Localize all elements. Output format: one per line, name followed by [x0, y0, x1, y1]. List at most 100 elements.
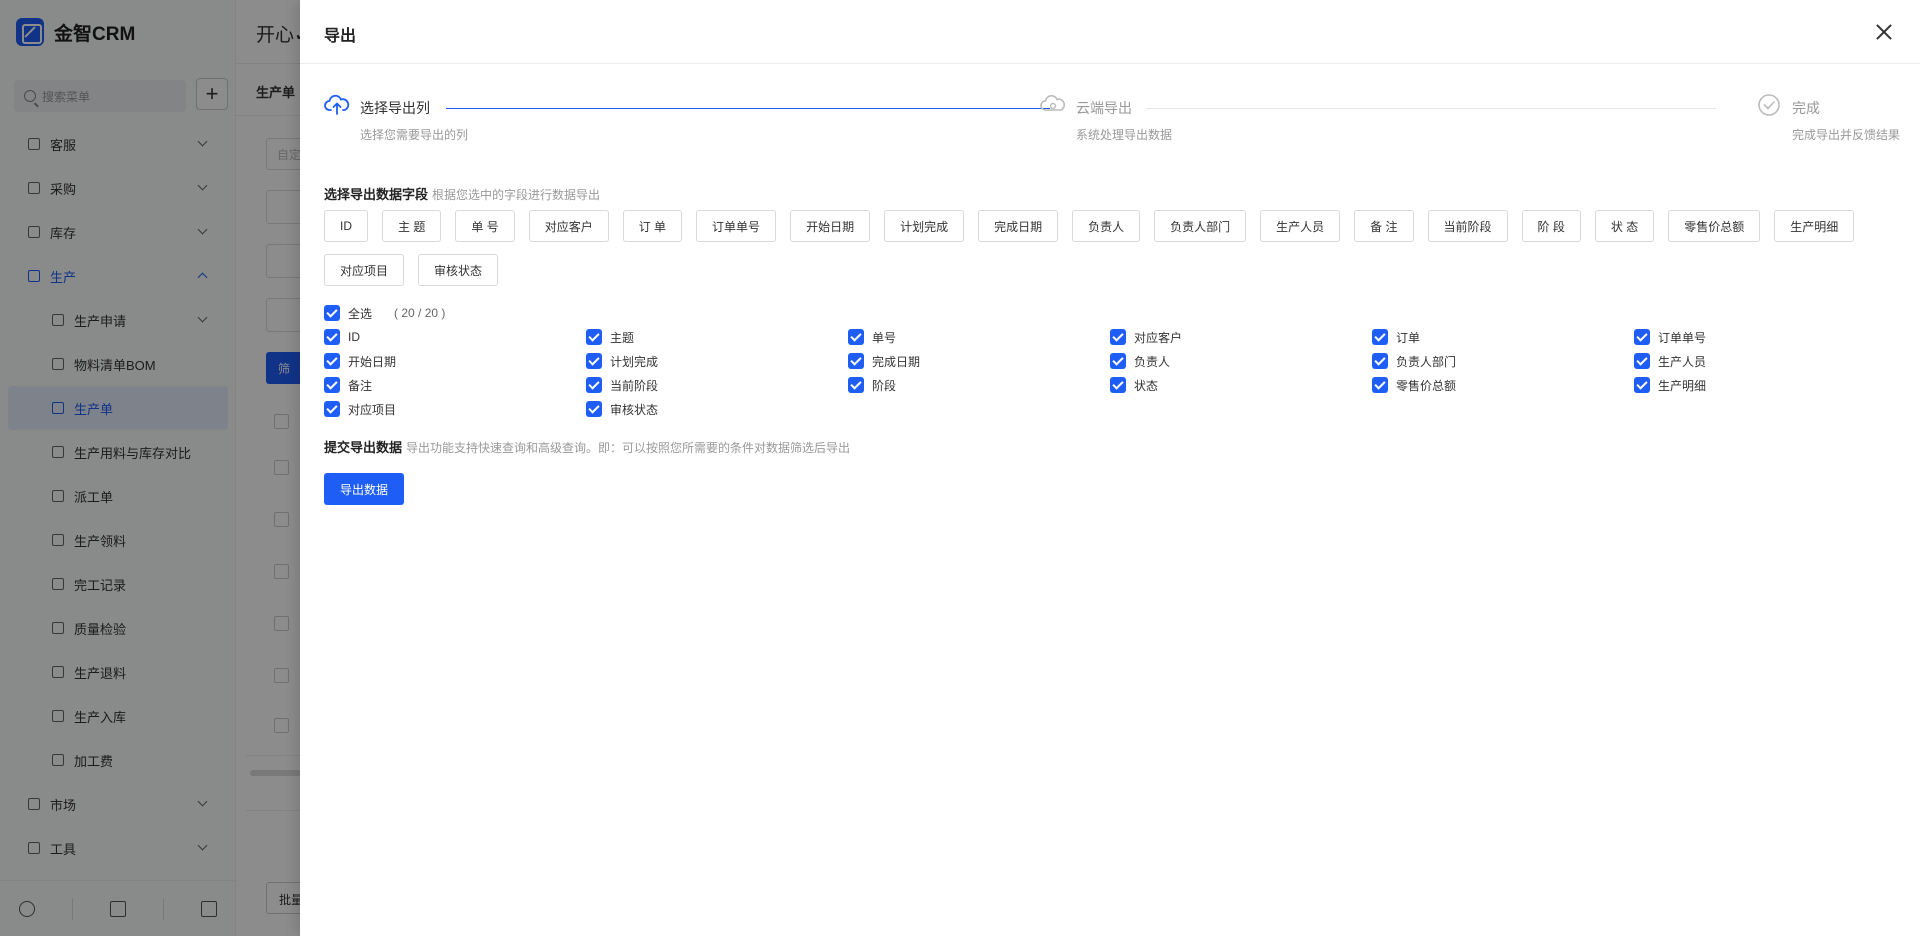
checkbox-checked-icon[interactable] [1634, 377, 1650, 393]
field-checkbox[interactable]: 开始日期 [324, 352, 586, 370]
checkbox-checked-icon[interactable] [1110, 377, 1126, 393]
checkbox-checked-icon[interactable] [586, 377, 602, 393]
field-checkbox[interactable]: 主题 [586, 328, 848, 346]
checkbox-label: 备注 [348, 378, 373, 393]
field-tag[interactable]: 生产人员 [1260, 210, 1341, 242]
field-checkbox[interactable]: 零售价总额 [1372, 376, 1634, 394]
checkbox-label: 订单单号 [1658, 330, 1707, 345]
field-tag[interactable]: 订单单号 [696, 210, 777, 242]
field-tag[interactable]: 完成日期 [978, 210, 1059, 242]
field-tag[interactable]: 阶 段 [1521, 210, 1581, 242]
field-tag[interactable]: 状 态 [1594, 210, 1655, 242]
field-checkbox[interactable]: 生产人员 [1634, 352, 1896, 370]
select-all-label: 全选 [348, 306, 373, 321]
drawer-title: 导出 [324, 28, 357, 45]
step-desc: 系统处理导出数据 [1076, 128, 1173, 142]
field-checkbox[interactable]: 审核状态 [586, 400, 848, 418]
field-tag[interactable]: 生产明细 [1774, 210, 1855, 242]
export-data-button[interactable]: 导出数据 [324, 473, 405, 505]
step-title: 选择导出列 [360, 100, 430, 116]
checkbox-checked-icon[interactable] [324, 305, 340, 321]
section-hint: 导出功能支持快速查询和高级查询。即：可以按照您所需要的条件对数据筛选后导出 [406, 441, 851, 455]
checkbox-checked-icon[interactable] [848, 377, 864, 393]
checkbox-label: 对应项目 [348, 402, 397, 417]
cloud-icon [1040, 95, 1066, 111]
checkbox-label: 生产明细 [1658, 378, 1707, 393]
checkbox-checked-icon[interactable] [324, 353, 340, 369]
submit-section-title: 提交导出数据 导出功能支持快速查询和高级查询。即：可以按照您所需要的条件对数据筛选… [324, 437, 850, 456]
field-checkbox[interactable]: 对应客户 [1110, 328, 1372, 346]
selected-field-tags: ID 主 题 单 号 对应客户 订 单 订单单号 开始日期 计划完成 完成日期 … [324, 210, 1864, 286]
step-connector [1146, 108, 1716, 109]
checkbox-checked-icon[interactable] [1372, 377, 1388, 393]
field-tag[interactable]: 对应客户 [528, 210, 609, 242]
field-tag[interactable]: 订 单 [622, 210, 683, 242]
checkbox-label: 负责人 [1134, 354, 1171, 369]
section-hint: 根据您选中的字段进行数据导出 [432, 188, 601, 202]
checkbox-label: 审核状态 [610, 402, 659, 417]
checkbox-checked-icon[interactable] [1372, 353, 1388, 369]
checkbox-label: 对应客户 [1134, 330, 1183, 345]
checkbox-checked-icon[interactable] [324, 329, 340, 345]
field-checkbox[interactable]: ID [324, 328, 586, 346]
field-checkbox[interactable]: 单号 [848, 328, 1110, 346]
checkbox-label: 零售价总额 [1396, 378, 1457, 393]
field-checkbox[interactable]: 负责人部门 [1372, 352, 1634, 370]
checkbox-checked-icon[interactable] [586, 401, 602, 417]
section-heading: 选择导出数据字段 [324, 187, 429, 202]
field-tag[interactable]: 审核状态 [418, 254, 499, 286]
field-checkbox[interactable]: 订单 [1372, 328, 1634, 346]
field-tag[interactable]: 对应项目 [324, 254, 405, 286]
field-checkbox[interactable]: 阶段 [848, 376, 1110, 394]
field-tag[interactable]: 备 注 [1354, 210, 1414, 242]
field-checkbox[interactable]: 对应项目 [324, 400, 586, 418]
field-tag[interactable]: 零售价总额 [1668, 210, 1761, 242]
step-connector [446, 108, 1050, 109]
checkbox-checked-icon[interactable] [848, 353, 864, 369]
step-desc: 选择您需要导出的列 [360, 128, 469, 142]
drawer-header: 导出 [300, 0, 1920, 64]
field-checkbox[interactable]: 当前阶段 [586, 376, 848, 394]
checkbox-checked-icon[interactable] [586, 329, 602, 345]
select-all-checkbox[interactable]: 全选 ( 20 / 20 ) [324, 304, 445, 322]
checkbox-label: 开始日期 [348, 354, 397, 369]
field-checkbox[interactable]: 计划完成 [586, 352, 848, 370]
field-tag[interactable]: 主 题 [382, 210, 442, 242]
checkbox-checked-icon[interactable] [1372, 329, 1388, 345]
field-tag[interactable]: 单 号 [455, 210, 515, 242]
close-icon[interactable] [1872, 20, 1896, 44]
field-tag[interactable]: ID [324, 210, 368, 242]
checkbox-checked-icon[interactable] [1110, 329, 1126, 345]
field-tag[interactable]: 负责人 [1072, 210, 1141, 242]
checkbox-checked-icon[interactable] [324, 377, 340, 393]
checkbox-label: 负责人部门 [1396, 354, 1457, 369]
export-steps: 选择导出列 选择您需要导出的列 云端导出 系统处理导出数据 完成 完成导出并反馈… [324, 92, 1900, 152]
export-drawer: 导出 选择导出列 选择您需要导出的列 云端导出 系统处理导出数据 完成 完成导出… [300, 0, 1920, 936]
field-checkbox-grid: ID 主题 单号 对应客户 订单 订单单号 开始日期 计划完成 完成日期 负责人… [324, 328, 1896, 418]
field-tag[interactable]: 开始日期 [790, 210, 871, 242]
checkbox-checked-icon[interactable] [324, 401, 340, 417]
field-checkbox[interactable]: 生产明细 [1634, 376, 1896, 394]
field-checkbox[interactable]: 负责人 [1110, 352, 1372, 370]
field-tag[interactable]: 当前阶段 [1427, 210, 1508, 242]
checkbox-checked-icon[interactable] [1634, 329, 1650, 345]
checkbox-checked-icon[interactable] [848, 329, 864, 345]
field-checkbox[interactable]: 订单单号 [1634, 328, 1896, 346]
field-checkbox[interactable]: 完成日期 [848, 352, 1110, 370]
selected-count: ( 20 / 20 ) [394, 306, 446, 320]
checkbox-checked-icon[interactable] [586, 353, 602, 369]
section-heading: 提交导出数据 [324, 440, 403, 455]
field-checkbox[interactable]: 备注 [324, 376, 586, 394]
step-title: 完成 [1792, 100, 1820, 116]
checkbox-label: 阶段 [872, 378, 897, 393]
checkbox-checked-icon[interactable] [1110, 353, 1126, 369]
field-tag[interactable]: 计划完成 [884, 210, 965, 242]
checkbox-label: ID [348, 330, 360, 344]
step-title: 云端导出 [1076, 100, 1132, 116]
checkbox-label: 计划完成 [610, 354, 659, 369]
checkbox-label: 主题 [610, 330, 635, 345]
checkbox-checked-icon[interactable] [1634, 353, 1650, 369]
cloud-upload-icon [324, 94, 350, 115]
field-checkbox[interactable]: 状态 [1110, 376, 1372, 394]
field-tag[interactable]: 负责人部门 [1154, 210, 1247, 242]
